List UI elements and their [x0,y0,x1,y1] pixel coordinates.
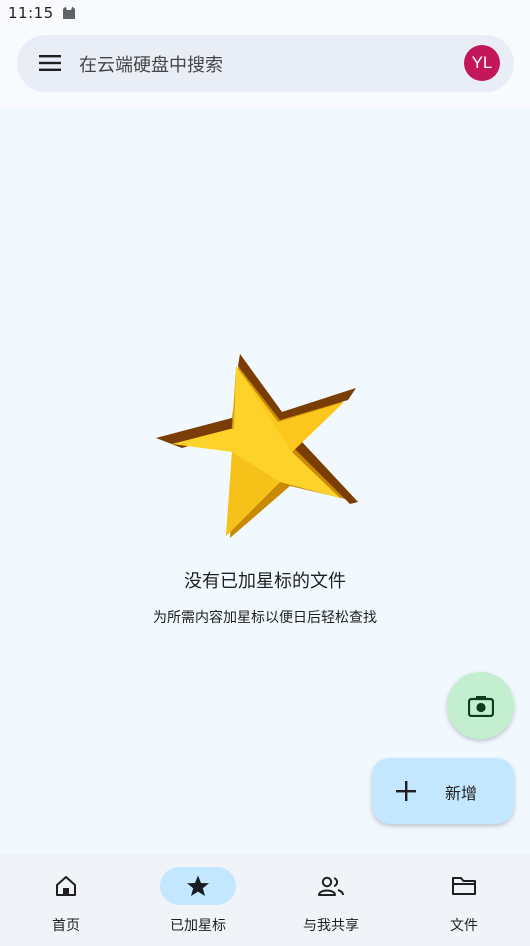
nav-label-home: 首页 [52,918,80,934]
bottom-navigation: 首页 已加星标 与我共享 文件 [0,854,530,946]
nav-item-home[interactable]: 首页 [0,854,132,946]
nav-indicator [28,867,104,905]
empty-state-subtitle: 为所需内容加星标以便日后轻松查找 [153,610,377,626]
nav-item-files[interactable]: 文件 [398,854,530,946]
star-icon [156,354,358,538]
camera-icon [467,695,494,717]
avatar-initials: YL [471,53,493,72]
folder-icon [452,877,476,895]
avatar[interactable]: YL [464,45,500,81]
nav-item-shared[interactable]: 与我共享 [265,854,397,946]
new-button[interactable]: 新增 [372,758,514,824]
new-button-label: 新增 [445,784,478,803]
nav-indicator [293,867,369,905]
search-input[interactable]: 在云端硬盘中搜索 [79,51,223,77]
status-time: 11:15 [8,4,54,22]
nav-indicator [426,867,502,905]
nav-label-shared: 与我共享 [303,918,359,934]
people-icon [318,876,344,896]
nav-label-files: 文件 [450,918,478,934]
menu-icon[interactable] [39,53,61,73]
status-bar: 11:15 [0,0,530,26]
nav-label-starred: 已加星标 [170,918,226,934]
nav-indicator-active [160,867,236,905]
nav-item-starred[interactable]: 已加星标 [132,854,264,946]
scan-camera-button[interactable] [447,672,514,739]
cat-icon [62,6,75,19]
plus-icon [396,781,416,801]
home-icon [56,876,76,896]
star-icon [187,875,209,896]
search-bar[interactable]: 在云端硬盘中搜索 YL [17,35,514,92]
empty-state-title: 没有已加星标的文件 [184,571,346,592]
